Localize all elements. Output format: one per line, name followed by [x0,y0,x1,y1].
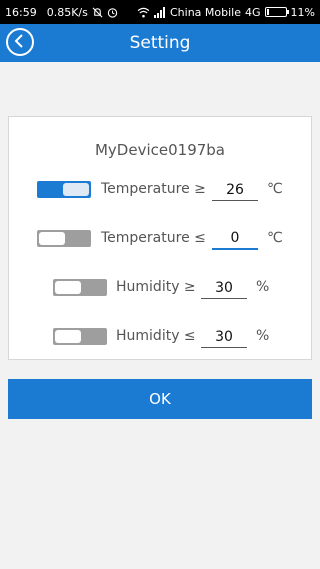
toggle-knob [39,232,65,245]
toggle-knob [55,330,81,343]
wifi-icon [137,7,150,18]
humidity-max-unit: % [256,328,270,344]
temperature-min-unit: ℃ [267,181,283,197]
temperature-max-input[interactable] [212,228,258,250]
temperature-max-label: Temperature ≤ [101,230,206,246]
battery-icon [264,7,289,17]
row-temperature-max: Temperature ≤ ℃ [9,226,313,252]
humidity-max-toggle[interactable] [53,328,107,345]
temperature-min-toggle[interactable] [37,181,91,198]
signal-icon [154,6,166,18]
humidity-max-input[interactable] [201,326,247,348]
status-bar: 16:59 0.85K/s China Mobile 4G 11% [0,0,320,24]
toggle-knob [63,183,89,196]
row-humidity-min: Humidity ≥ % [9,275,313,301]
device-name: MyDevice0197ba [94,141,225,159]
status-carrier: China Mobile [170,5,242,19]
status-left: 16:59 0.85K/s [5,6,118,19]
humidity-min-toggle[interactable] [53,279,107,296]
row-humidity-max: Humidity ≤ % [9,324,313,350]
settings-card: MyDevice0197ba Temperature ≥ ℃ Temperatu… [8,116,312,360]
alarm-icon [107,7,118,18]
humidity-min-label: Humidity ≥ [116,279,196,295]
humidity-min-input[interactable] [201,277,247,299]
toggle-knob [55,281,81,294]
app-bar: Setting [0,24,320,62]
status-time: 16:59 [5,5,37,19]
humidity-min-unit: % [256,279,270,295]
status-speed: 0.85K/s [46,5,88,19]
status-battery: 11% [290,5,315,19]
temperature-max-unit: ℃ [267,230,283,246]
chevron-left-icon [14,33,26,52]
back-button[interactable] [6,28,34,56]
mute-icon [92,7,103,18]
temperature-max-toggle[interactable] [37,230,91,247]
status-network: 4G [245,5,261,19]
humidity-max-label: Humidity ≤ [116,328,196,344]
status-right: China Mobile 4G 11% [137,6,315,19]
ok-button[interactable]: OK [8,379,312,419]
row-temperature-min: Temperature ≥ ℃ [9,177,313,203]
page-title: Setting [129,33,191,53]
temperature-min-input[interactable] [212,179,258,201]
temperature-min-label: Temperature ≥ [101,181,206,197]
